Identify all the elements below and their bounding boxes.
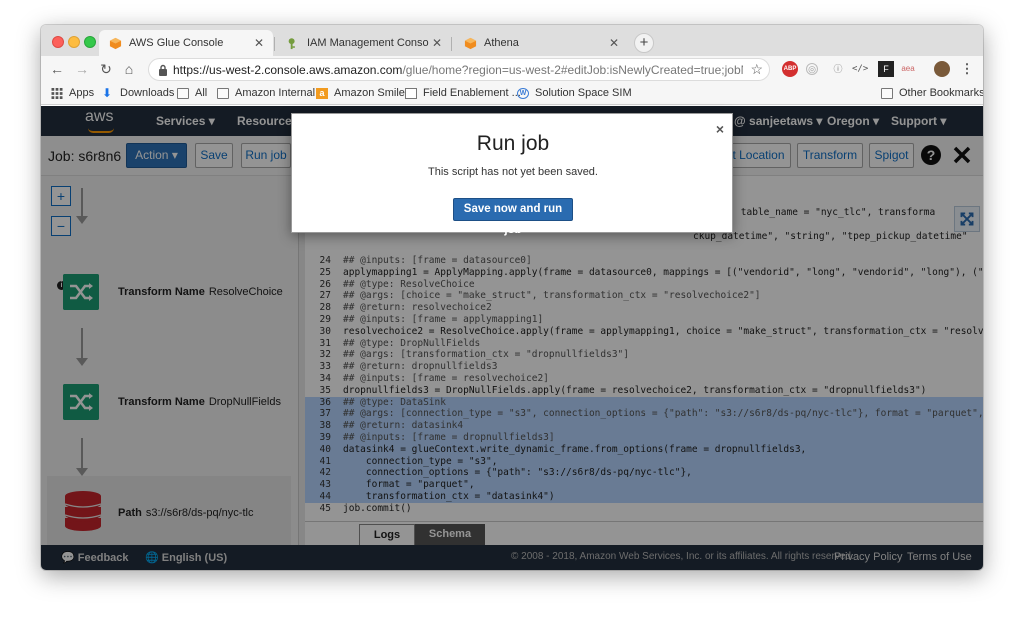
close-window-button[interactable] bbox=[52, 36, 64, 48]
folder-icon bbox=[177, 87, 189, 99]
bookmark-label: Apps bbox=[69, 87, 95, 99]
extension-dark-icon[interactable]: F bbox=[878, 61, 894, 77]
forward-arrow-icon[interactable]: → bbox=[73, 60, 91, 78]
tab-aws-glue-console[interactable]: AWS Glue Console ✕ bbox=[99, 30, 273, 56]
kebab-menu-icon[interactable]: ⋮ bbox=[959, 61, 975, 77]
extension-info-icon[interactable]: ⓘ bbox=[830, 61, 846, 77]
url-path: /glue/home?region=us-west-2#editJob:isNe… bbox=[402, 63, 743, 77]
lock-icon bbox=[159, 64, 167, 76]
iam-key-icon bbox=[288, 37, 295, 49]
folder-icon bbox=[217, 87, 229, 99]
extension-aea-icon[interactable]: aea bbox=[900, 61, 916, 77]
home-icon[interactable]: ⌂ bbox=[120, 60, 138, 78]
bookmark-apps[interactable]: Apps bbox=[51, 87, 94, 99]
browser-window: AWS Glue Console ✕ IAM Management Consol… bbox=[41, 25, 983, 570]
bookmark-amazon-smile[interactable]: a Amazon Smile bbox=[316, 87, 405, 99]
tab-label: AWS Glue Console bbox=[129, 37, 224, 49]
bookmark-label: Field Enablement ... bbox=[423, 87, 521, 99]
bookmark-label: All bbox=[195, 87, 208, 99]
tab-iam-management-console[interactable]: IAM Management Console ✕ bbox=[277, 30, 451, 56]
dialog-message: This script has not yet been saved. bbox=[428, 166, 598, 178]
extension-circle-icon[interactable]: ◎ bbox=[806, 63, 818, 75]
close-tab-icon[interactable]: ✕ bbox=[429, 36, 445, 50]
bookmark-downloads[interactable]: ⬇ Downloads bbox=[102, 85, 175, 100]
amazon-icon: a bbox=[316, 87, 328, 99]
bookmarks-bar: Apps ⬇ Downloads All Amazon Internal a A… bbox=[41, 83, 983, 105]
bookmark-label: Solution Space SIM bbox=[535, 87, 632, 99]
bookmark-solution-space-sim[interactable]: W Solution Space SIM bbox=[517, 87, 632, 99]
minimize-window-button[interactable] bbox=[68, 36, 80, 48]
tab-label: Athena bbox=[484, 37, 519, 49]
bookmark-label: Amazon Internal bbox=[235, 87, 316, 99]
tab-strip: AWS Glue Console ✕ IAM Management Consol… bbox=[41, 25, 983, 56]
new-tab-button[interactable]: + bbox=[634, 33, 654, 53]
bookmark-amazon-internal[interactable]: Amazon Internal bbox=[217, 87, 315, 99]
bookmark-label: Other Bookmarks bbox=[899, 87, 983, 99]
run-job-dialog: Run job × This script has not yet been s… bbox=[291, 113, 733, 236]
save-and-run-button[interactable]: Save now and run job bbox=[453, 198, 573, 236]
browser-toolbar: ← → ↻ ⌂ https://us-west-2.console.aws.am… bbox=[41, 56, 983, 83]
dialog-title: Run job bbox=[476, 132, 550, 155]
folder-icon bbox=[881, 87, 893, 99]
aws-cube-icon bbox=[464, 37, 477, 49]
page-icon bbox=[405, 87, 417, 99]
url-host: https://us-west-2.console.aws.amazon.com bbox=[173, 63, 403, 77]
close-tab-icon[interactable]: ✕ bbox=[606, 36, 622, 50]
avatar[interactable] bbox=[934, 61, 950, 77]
address-bar[interactable]: https://us-west-2.console.aws.amazon.com… bbox=[148, 58, 770, 81]
w-icon: W bbox=[517, 87, 529, 99]
bookmark-all[interactable]: All bbox=[177, 87, 207, 99]
close-tab-icon[interactable]: ✕ bbox=[251, 36, 267, 50]
devtools-extension-icon[interactable]: </> bbox=[852, 61, 868, 77]
close-icon[interactable]: × bbox=[716, 121, 724, 137]
maximize-window-button[interactable] bbox=[84, 36, 96, 48]
bookmark-label: Amazon Smile bbox=[334, 87, 405, 99]
aws-cube-icon bbox=[109, 37, 122, 49]
bookmark-other[interactable]: Other Bookmarks bbox=[881, 87, 983, 99]
reload-icon[interactable]: ↻ bbox=[97, 60, 115, 78]
bookmark-field-enablement[interactable]: Field Enablement ... bbox=[405, 87, 521, 99]
bookmark-label: Downloads bbox=[120, 87, 175, 99]
back-arrow-icon[interactable]: ← bbox=[48, 60, 66, 78]
bookmark-star-icon[interactable]: ☆ bbox=[750, 61, 763, 78]
tab-label: IAM Management Console bbox=[307, 37, 429, 49]
download-icon: ⬇ bbox=[102, 85, 113, 100]
tab-athena[interactable]: Athena ✕ bbox=[454, 30, 628, 56]
adblock-extension-icon[interactable]: ABP bbox=[782, 61, 798, 77]
url-text: https://us-west-2.console.aws.amazon.com… bbox=[173, 63, 743, 77]
apps-grid-icon bbox=[51, 87, 63, 99]
